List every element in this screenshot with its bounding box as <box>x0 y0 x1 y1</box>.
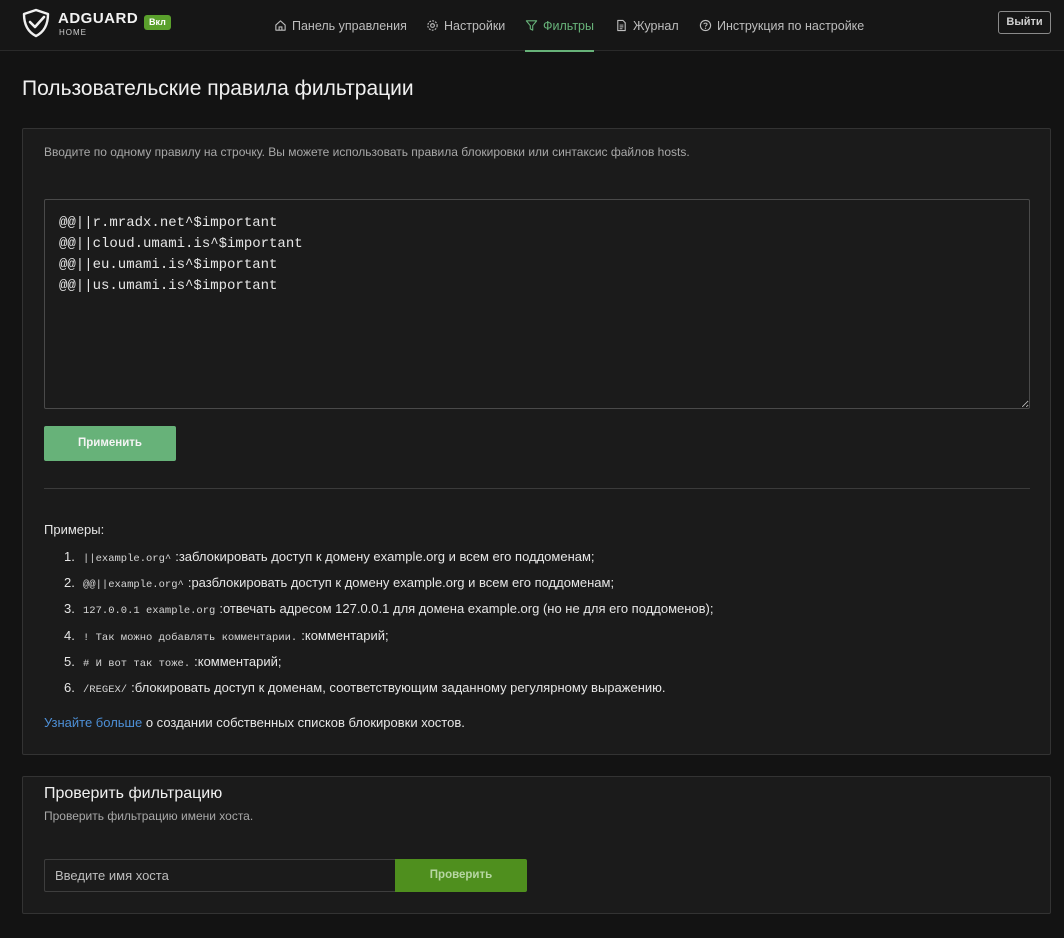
nav-setup-guide[interactable]: Инструкция по настройке <box>699 0 864 51</box>
example-description: :комментарий; <box>301 627 389 643</box>
home-icon <box>275 20 286 31</box>
nav-dashboard[interactable]: Панель управления <box>274 0 407 51</box>
example-code: @@||example.org^ <box>83 579 184 592</box>
example-description: :блокировать доступ к доменам, соответст… <box>131 679 666 695</box>
check-button[interactable]: Проверить <box>395 859 527 892</box>
example-code: ! Так можно добавлять комментарии. <box>83 631 298 644</box>
apply-button[interactable]: Применить <box>44 426 176 461</box>
example-number: 4. <box>64 627 75 643</box>
rules-textarea[interactable]: @@||r.mradx.net^$important @@||cloud.uma… <box>44 199 1030 409</box>
adguard-logo-icon[interactable] <box>21 8 51 38</box>
nav-log[interactable]: Журнал <box>615 0 679 51</box>
check-filtering-subtitle: Проверить фильтрацию имени хоста. <box>44 809 254 823</box>
learn-more-link[interactable]: Узнайте больше <box>44 715 142 730</box>
example-description: :комментарий; <box>194 653 282 669</box>
example-description: :разблокировать доступ к домену example.… <box>187 575 615 591</box>
learn-more-suffix: о создании собственных списков блокировк… <box>142 715 465 730</box>
learn-more-text: Узнайте больше о создании собственных сп… <box>44 715 465 730</box>
example-number: 5. <box>64 653 75 669</box>
nav-settings-label: Настройки <box>444 18 506 33</box>
nav-log-label: Журнал <box>633 18 679 33</box>
gear-icon <box>427 20 438 31</box>
rules-hint: Вводите по одному правилу на строчку. Вы… <box>44 145 690 159</box>
filter-icon <box>525 20 538 31</box>
example-item: 5. # И вот так тоже. :комментарий; <box>44 654 1034 680</box>
nav-dashboard-label: Панель управления <box>292 18 407 33</box>
example-number: 3. <box>64 601 75 617</box>
example-number: 1. <box>64 549 75 564</box>
nav-settings[interactable]: Настройки <box>426 0 505 51</box>
example-code: ||example.org^ <box>83 553 172 565</box>
document-icon <box>617 19 626 32</box>
help-circle-icon <box>699 19 712 32</box>
page-title: Пользовательские правила фильтрации <box>22 77 414 100</box>
brand-subtitle: HOME <box>59 28 87 37</box>
example-item: 4. ! Так можно добавлять комментарии. :к… <box>44 628 1034 654</box>
example-code: 127.0.0.1 example.org <box>83 605 216 618</box>
protection-status-badge: Вкл <box>144 15 171 30</box>
divider <box>44 488 1030 489</box>
example-item: 2. @@||example.org^ :разблокировать дост… <box>44 575 1034 601</box>
examples-list: 1. ||example.org^ :заблокировать доступ … <box>44 549 1034 706</box>
example-description: :заблокировать доступ к домену example.o… <box>175 549 595 564</box>
logout-button[interactable]: Выйти <box>998 11 1051 34</box>
example-number: 6. <box>64 679 75 695</box>
example-item: 1. ||example.org^ :заблокировать доступ … <box>44 549 1034 575</box>
example-code: # И вот так тоже. <box>83 657 191 670</box>
examples-title: Примеры: <box>44 522 105 537</box>
check-filtering-title: Проверить фильтрацию <box>44 785 223 802</box>
hostname-input[interactable] <box>44 859 395 892</box>
nav-setup-guide-label: Инструкция по настройке <box>717 18 865 33</box>
nav-filters-label: Фильтры <box>543 18 594 33</box>
nav-filters[interactable]: Фильтры <box>525 0 594 52</box>
example-item: 3. 127.0.0.1 example.org :отвечать адрес… <box>44 601 1034 627</box>
custom-rules-card: Вводите по одному правилу на строчку. Вы… <box>22 128 1051 755</box>
example-description: :отвечать адресом 127.0.0.1 для домена e… <box>219 601 714 617</box>
brand-title: ADGUARD <box>58 10 139 27</box>
example-number: 2. <box>64 575 75 591</box>
check-filtering-card: Проверить фильтрацию Проверить фильтраци… <box>22 776 1051 914</box>
example-item: 6. /REGEX/ :блокировать доступ к доменам… <box>44 680 1034 706</box>
top-header: ADGUARD HOME Вкл Панель управления Настр… <box>0 0 1064 52</box>
example-code: /REGEX/ <box>83 683 128 696</box>
